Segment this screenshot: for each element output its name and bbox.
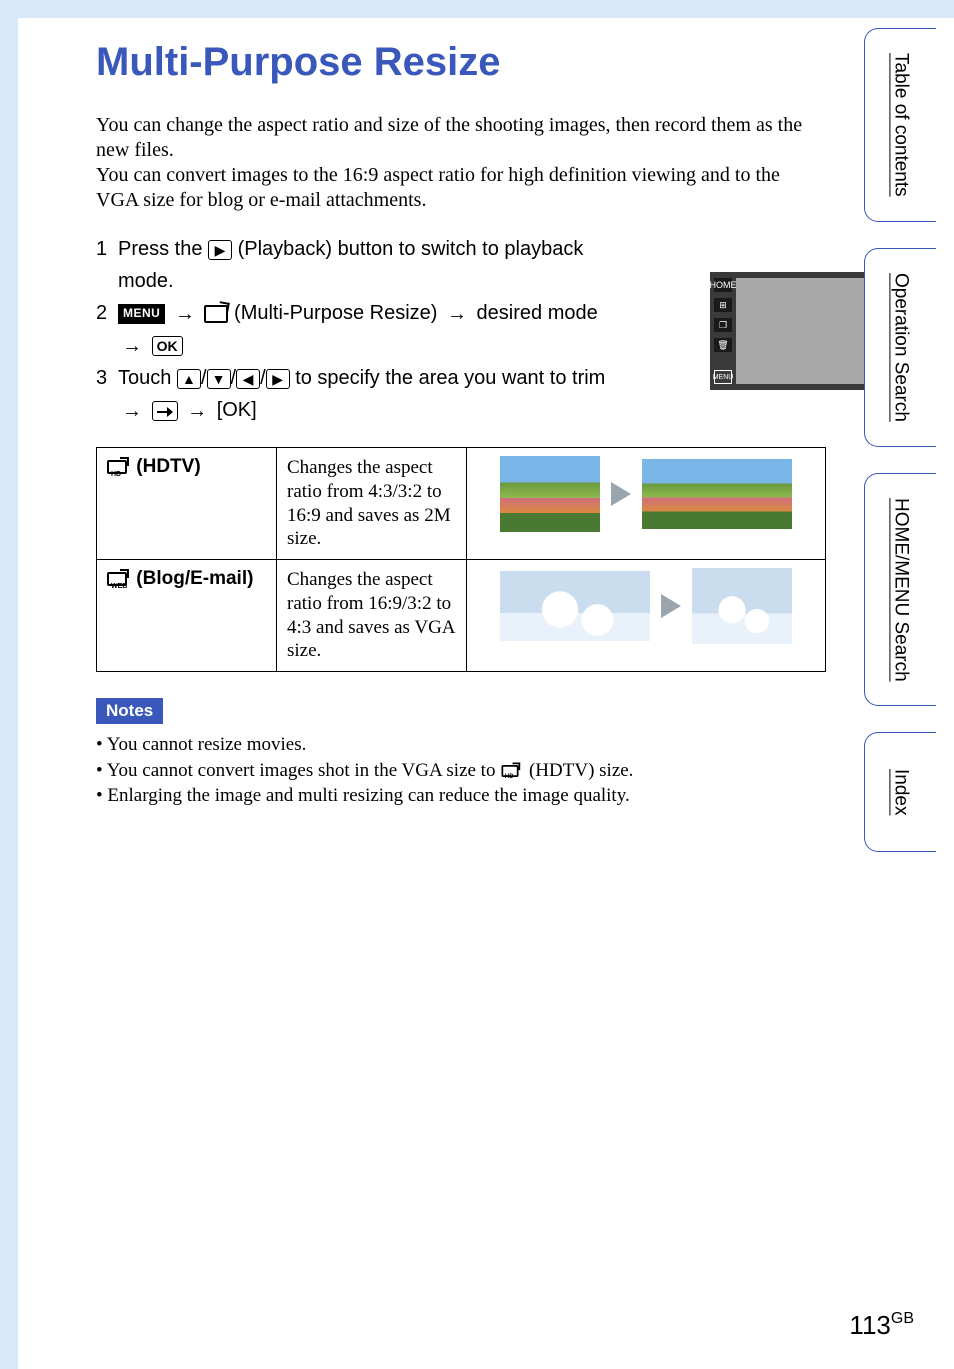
hdtv-mode-icon: HD xyxy=(107,460,127,474)
notes-list: You cannot resize movies. You cannot con… xyxy=(96,732,826,809)
playback-icon: ▶ xyxy=(208,240,232,260)
dpad-right-icon: ▶ xyxy=(266,369,290,389)
tab-index[interactable]: Index xyxy=(864,732,936,852)
steps-list: 1 Press the ▶ (Playback) button to switc… xyxy=(96,233,606,427)
step-text: [OK] xyxy=(217,399,257,421)
trash-icon: 🗑 xyxy=(714,338,732,352)
page-title: Multi-Purpose Resize xyxy=(96,40,826,85)
tab-table-of-contents[interactable]: Table of contents xyxy=(864,28,936,222)
mode-description: Changes the aspect ratio from 4:3/3:2 to… xyxy=(277,448,467,560)
table-row: HD (HDTV) Changes the aspect ratio from … xyxy=(97,448,826,560)
step-text: Press the xyxy=(118,238,208,260)
ok-button-icon: OK xyxy=(152,336,183,356)
dpad-up-icon: ▲ xyxy=(177,369,201,389)
step-text: desired mode xyxy=(477,302,598,324)
step-text: (Multi-Purpose Resize) xyxy=(234,302,443,324)
dpad-down-icon: ▼ xyxy=(207,369,231,389)
step-number: 2 xyxy=(96,297,118,362)
arrow-right-icon: → xyxy=(171,303,199,325)
note-text-part: (HDTV) size. xyxy=(529,760,633,781)
home-icon: HOME xyxy=(714,278,732,292)
before-thumbnail xyxy=(500,456,600,532)
blog-email-mode-icon: WEB xyxy=(107,572,127,586)
step-3: 3 Touch ▲/▼/◀/▶ to specify the area you … xyxy=(96,362,606,427)
menu-icon: MENU xyxy=(714,370,732,384)
step-2: 2 MENU → (Multi-Purpose Resize) → desire… xyxy=(96,297,606,362)
page-number: 113GB xyxy=(849,1310,914,1341)
mode-label: (HDTV) xyxy=(136,456,200,477)
after-thumbnail xyxy=(642,459,792,529)
page-content: Multi-Purpose Resize You can change the … xyxy=(96,40,826,809)
dpad-left-icon: ◀ xyxy=(236,369,260,389)
after-thumbnail xyxy=(692,568,792,644)
arrow-right-icon xyxy=(611,482,631,506)
top-accent-bar xyxy=(0,0,954,18)
arrow-right-icon: → xyxy=(118,335,146,357)
table-row: WEB (Blog/E-mail) Changes the aspect rat… xyxy=(97,560,826,672)
left-accent-bar xyxy=(0,0,18,1369)
list-item: You cannot resize movies. xyxy=(96,732,826,758)
tab-home-menu-search[interactable]: HOME/MENU Search xyxy=(864,473,936,707)
intro-paragraph: You can change the aspect ratio and size… xyxy=(96,113,826,213)
menu-badge-icon: MENU xyxy=(118,304,165,324)
hdtv-mode-icon: HD xyxy=(502,765,519,777)
step-text: Touch xyxy=(118,367,177,389)
arrow-right-icon: → xyxy=(183,400,211,422)
side-nav-tabs: Table of contents Operation Search HOME/… xyxy=(864,28,936,852)
step-number: 3 xyxy=(96,362,118,427)
page-number-value: 113 xyxy=(849,1310,890,1340)
tab-operation-search[interactable]: Operation Search xyxy=(864,248,936,447)
list-item: Enlarging the image and multi resizing c… xyxy=(96,783,826,809)
proceed-icon xyxy=(152,401,178,421)
arrow-right-icon: → xyxy=(443,303,471,325)
before-thumbnail xyxy=(500,571,650,641)
resize-modes-table: HD (HDTV) Changes the aspect ratio from … xyxy=(96,447,826,672)
step-text: to specify the area you want to trim xyxy=(295,367,605,389)
step-number: 1 xyxy=(96,233,118,297)
arrow-right-icon: → xyxy=(118,400,146,422)
mode-label: (Blog/E-mail) xyxy=(136,568,253,589)
note-text-part: You cannot convert images shot in the VG… xyxy=(107,760,501,781)
step-1: 1 Press the ▶ (Playback) button to switc… xyxy=(96,233,606,297)
grid-icon: ⊞ xyxy=(714,298,732,312)
notes-heading: Notes xyxy=(96,698,163,724)
slideshow-icon: ❐ xyxy=(714,318,732,332)
list-item: You cannot convert images shot in the VG… xyxy=(96,758,826,784)
screen-left-icons: HOME ⊞ ❐ 🗑 MENU xyxy=(712,278,734,384)
multi-purpose-resize-icon xyxy=(204,305,228,323)
page-number-suffix: GB xyxy=(891,1310,914,1327)
arrow-right-icon xyxy=(661,594,681,618)
mode-description: Changes the aspect ratio from 16:9/3:2 t… xyxy=(277,560,467,672)
